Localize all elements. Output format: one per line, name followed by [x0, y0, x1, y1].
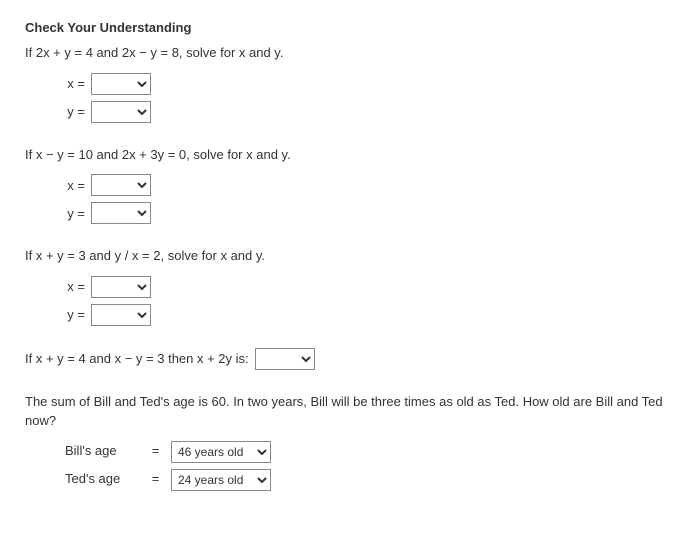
problem-3: If x + y = 3 and y / x = 2, solve for x …	[25, 246, 671, 326]
problem-2-y-label: y =	[65, 206, 85, 221]
problem-1-x-select[interactable]: 123456	[91, 73, 151, 95]
problem-2-statement: If x − y = 10 and 2x + 3y = 0, solve for…	[25, 145, 671, 165]
problem-1-y-row: y = -4-3-2-101234	[65, 101, 671, 123]
bill-age-select[interactable]: 44 years old45 years old46 years old47 y…	[171, 441, 271, 463]
problem-1-y-label: y =	[65, 104, 85, 119]
problem-3-inputs: x = 12345 y = 12345	[65, 276, 671, 326]
bill-age-label: Bill's age	[65, 441, 140, 462]
problem-3-y-select[interactable]: 12345	[91, 304, 151, 326]
ted-equals: =	[148, 469, 163, 490]
problem-2-y-select[interactable]: -4-3-2-101234	[91, 202, 151, 224]
problem-1-y-select[interactable]: -4-3-2-101234	[91, 101, 151, 123]
age-table: Bill's age = 44 years old45 years old46 …	[65, 441, 671, 491]
word-problem: The sum of Bill and Ted's age is 60. In …	[25, 392, 671, 491]
ted-age-row: Ted's age = 22 years old23 years old24 y…	[65, 469, 671, 491]
problem-3-x-select[interactable]: 12345	[91, 276, 151, 298]
problem-1-x-label: x =	[65, 76, 85, 91]
page-title: Check Your Understanding	[25, 20, 671, 35]
problem-3-statement: If x + y = 3 and y / x = 2, solve for x …	[25, 246, 671, 266]
bill-equals: =	[148, 441, 163, 462]
problem-2-x-row: x = 123456	[65, 174, 671, 196]
problem-2-y-row: y = -4-3-2-101234	[65, 202, 671, 224]
problem-2-inputs: x = 123456 y = -4-3-2-101234	[65, 174, 671, 224]
problem-3-x-row: x = 12345	[65, 276, 671, 298]
problem-2-x-label: x =	[65, 178, 85, 193]
problem-4-row: If x + y = 4 and x − y = 3 then x + 2y i…	[25, 348, 671, 370]
problem-3-x-label: x =	[65, 279, 85, 294]
word-problem-statement: The sum of Bill and Ted's age is 60. In …	[25, 392, 671, 431]
problem-1-statement: If 2x + y = 4 and 2x − y = 8, solve for …	[25, 43, 671, 63]
ted-age-label: Ted's age	[65, 469, 140, 490]
problem-3-y-row: y = 12345	[65, 304, 671, 326]
problem-1-x-row: x = 123456	[65, 73, 671, 95]
problem-3-y-label: y =	[65, 307, 85, 322]
bill-age-row: Bill's age = 44 years old45 years old46 …	[65, 441, 671, 463]
problem-4-select[interactable]: 12345678	[255, 348, 315, 370]
problem-2: If x − y = 10 and 2x + 3y = 0, solve for…	[25, 145, 671, 225]
problem-2-x-select[interactable]: 123456	[91, 174, 151, 196]
ted-age-select[interactable]: 22 years old23 years old24 years old25 y…	[171, 469, 271, 491]
problem-4-statement: If x + y = 4 and x − y = 3 then x + 2y i…	[25, 351, 249, 366]
problem-4: If x + y = 4 and x − y = 3 then x + 2y i…	[25, 348, 671, 370]
problem-1-inputs: x = 123456 y = -4-3-2-101234	[65, 73, 671, 123]
problem-1: If 2x + y = 4 and 2x − y = 8, solve for …	[25, 43, 671, 123]
